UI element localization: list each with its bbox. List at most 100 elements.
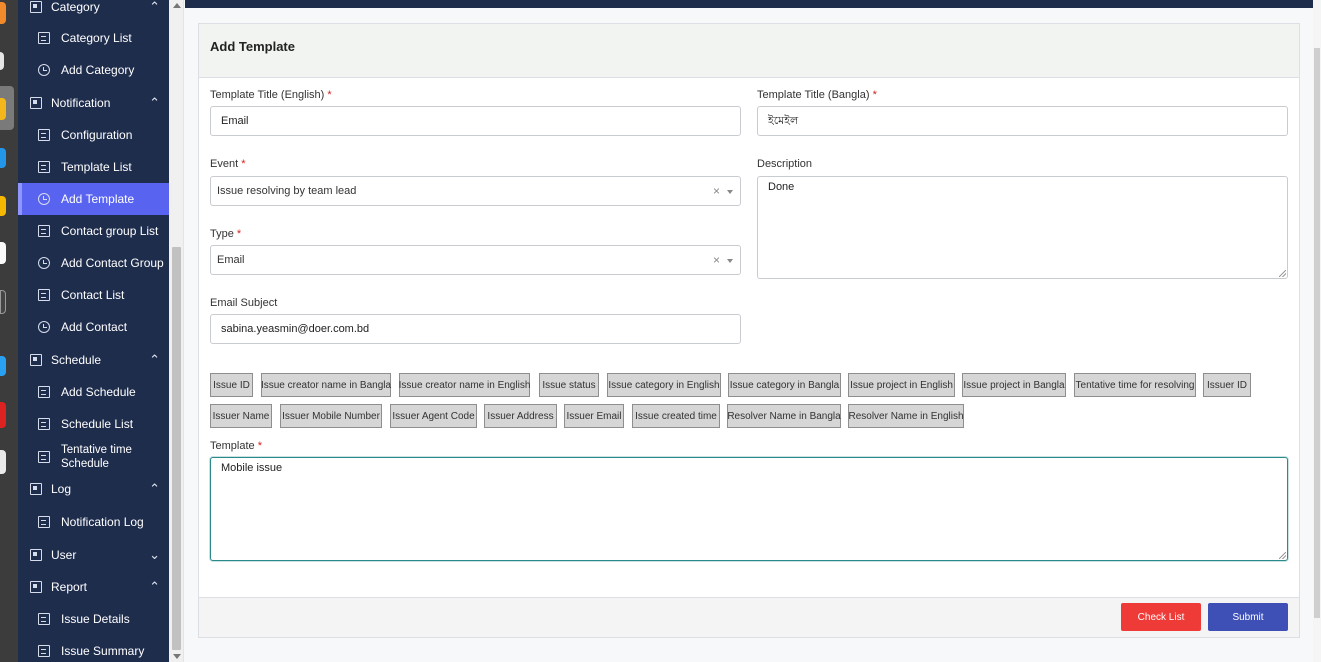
dock-app-icon[interactable] bbox=[0, 98, 6, 120]
sidebar-item-add-contact[interactable]: Add Contact bbox=[18, 311, 169, 343]
sidebar-item-label: Template List bbox=[61, 160, 132, 174]
email-subject-label: Email Subject bbox=[210, 297, 278, 309]
group-icon bbox=[30, 0, 42, 13]
sidebar-item-user[interactable]: User ⌄ bbox=[18, 538, 169, 571]
dock-app-icon[interactable] bbox=[0, 402, 6, 428]
sidebar-item-notification[interactable]: Notification ⌃ bbox=[18, 86, 169, 119]
description-textarea[interactable]: Done bbox=[757, 176, 1288, 279]
sidebar-item-notification-log[interactable]: Notification Log bbox=[18, 505, 169, 538]
chevron-up-icon[interactable]: ⌃ bbox=[149, 352, 160, 368]
sidebar-item-tentative-time-schedule[interactable]: Tentative time Schedule bbox=[18, 440, 169, 473]
sidebar-item-configuration[interactable]: Configuration bbox=[18, 119, 169, 151]
sidebar-item-label: Schedule List bbox=[61, 417, 134, 431]
sidebar-item-add-category[interactable]: Add Category bbox=[18, 54, 169, 86]
sidebar-item-issue-details[interactable]: Issue Details bbox=[18, 603, 169, 635]
sidebar-item-label: Add Contact bbox=[61, 320, 128, 334]
template-textarea[interactable]: Mobile issue bbox=[210, 457, 1288, 561]
placeholder-chip[interactable]: Issuer Name bbox=[210, 404, 272, 428]
placeholder-chip[interactable]: Issue category in English bbox=[607, 373, 721, 397]
sidebar-item-label: Tentative time Schedule bbox=[61, 443, 132, 470]
type-label: Type * bbox=[210, 228, 242, 240]
sidebar-item-add-schedule[interactable]: Add Schedule bbox=[18, 376, 169, 408]
placeholder-chip[interactable]: Issue ID bbox=[210, 373, 253, 397]
page-scrollbar-thumb[interactable] bbox=[1314, 48, 1320, 618]
type-select[interactable]: Email × bbox=[210, 245, 741, 275]
dock-app-icon[interactable] bbox=[0, 450, 6, 474]
sidebar-item-contact-group-list[interactable]: Contact group List bbox=[18, 215, 169, 247]
sidebar-item-label: Configuration bbox=[61, 128, 133, 142]
placeholder-chip[interactable]: Issue project in Bangla bbox=[962, 373, 1066, 397]
placeholder-chip[interactable]: Issue creator name in English bbox=[399, 373, 530, 397]
sidebar-item-report[interactable]: Report ⌃ bbox=[18, 571, 169, 603]
placeholder-chip[interactable]: Resolver Name in Bangla bbox=[727, 404, 841, 428]
template-title-bn-label: Template Title (Bangla) * bbox=[757, 89, 877, 101]
chevron-down-icon[interactable]: ⌄ bbox=[149, 547, 160, 563]
placeholder-chip[interactable]: Issuer Address bbox=[484, 404, 557, 428]
doc-icon bbox=[38, 418, 50, 430]
email-subject-input[interactable]: sabina.yeasmin@doer.com.bd bbox=[210, 314, 741, 344]
placeholder-chip[interactable]: Issuer Agent Code bbox=[390, 404, 477, 428]
sidebar-item-contact-list[interactable]: Contact List bbox=[18, 279, 169, 311]
resize-grip-icon[interactable] bbox=[1279, 270, 1286, 277]
dock-app-icon[interactable] bbox=[0, 196, 6, 216]
template-title-bn-input[interactable]: ইমেইল bbox=[757, 106, 1288, 136]
doc-icon bbox=[38, 289, 50, 301]
description-label: Description bbox=[757, 158, 813, 170]
sidebar: Category ⌃ Category List Add Category Notifi… bbox=[18, 0, 169, 662]
placeholder-chip[interactable]: Resolver Name in English bbox=[848, 404, 964, 428]
sidebar-item-label: Add Contact Group bbox=[61, 256, 164, 270]
group-icon bbox=[30, 483, 42, 495]
placeholder-chip[interactable]: Issuer ID bbox=[1203, 373, 1251, 397]
history-icon bbox=[38, 257, 50, 269]
placeholder-chip[interactable]: Issue created time bbox=[632, 404, 720, 428]
dock-app-icon[interactable] bbox=[0, 356, 6, 376]
template-title-en-input[interactable]: Email bbox=[210, 106, 741, 136]
dock-app-icon[interactable] bbox=[0, 242, 6, 264]
sidebar-item-schedule-list[interactable]: Schedule List bbox=[18, 408, 169, 440]
doc-icon bbox=[38, 645, 50, 657]
chevron-up-icon[interactable]: ⌃ bbox=[149, 481, 160, 497]
sidebar-item-label: Issue Summary bbox=[61, 644, 145, 658]
chevron-down-icon[interactable] bbox=[727, 190, 733, 194]
sidebar-item-add-template[interactable]: Add Template bbox=[18, 183, 169, 215]
placeholder-chip[interactable]: Issue category in Bangla bbox=[728, 373, 841, 397]
placeholder-chip[interactable]: Issue project in English bbox=[848, 373, 955, 397]
sidebar-item-log[interactable]: Log ⌃ bbox=[18, 473, 169, 505]
resize-grip-icon[interactable] bbox=[1279, 552, 1286, 559]
sidebar-item-issue-summary[interactable]: Issue Summary bbox=[18, 635, 169, 662]
scrollbar-thumb[interactable] bbox=[172, 247, 181, 650]
placeholder-chip[interactable]: Issue creator name in Bangla bbox=[261, 373, 391, 397]
chevron-up-icon[interactable]: ⌃ bbox=[149, 95, 160, 111]
submit-button[interactable]: Submit bbox=[1208, 603, 1288, 631]
sidebar-item-category-list[interactable]: Category List bbox=[18, 22, 169, 54]
chevron-up-icon[interactable]: ⌃ bbox=[149, 0, 160, 15]
clear-icon[interactable]: × bbox=[713, 184, 720, 198]
chevron-down-icon[interactable] bbox=[727, 259, 733, 263]
dock-app-icon[interactable] bbox=[0, 148, 6, 168]
scroll-up-arrow[interactable] bbox=[173, 3, 181, 8]
doc-icon bbox=[38, 515, 50, 528]
chevron-up-icon[interactable]: ⌃ bbox=[149, 579, 160, 595]
sidebar-item-label: Category bbox=[51, 0, 100, 14]
dock-app-icon[interactable] bbox=[0, 290, 6, 314]
placeholder-chip[interactable]: Tentative time for resolving bbox=[1074, 373, 1196, 397]
page-scrollbar[interactable] bbox=[1313, 0, 1321, 662]
placeholder-chip[interactable]: Issuer Mobile Number bbox=[280, 404, 382, 428]
sidebar-scrollbar[interactable] bbox=[169, 0, 184, 662]
placeholder-chip[interactable]: Issuer Email bbox=[564, 404, 624, 428]
placeholder-chip[interactable]: Issue status bbox=[539, 373, 599, 397]
event-select[interactable]: Issue resolving by team lead × bbox=[210, 176, 741, 206]
dock-app-icon[interactable] bbox=[0, 52, 4, 70]
clear-icon[interactable]: × bbox=[713, 253, 720, 267]
doc-icon bbox=[38, 225, 50, 237]
sidebar-item-add-contact-group[interactable]: Add Contact Group bbox=[18, 247, 169, 279]
scroll-down-arrow[interactable] bbox=[173, 654, 181, 659]
doc-icon bbox=[38, 161, 50, 173]
sidebar-item-category[interactable]: Category ⌃ bbox=[18, 0, 169, 20]
dock-app-icon[interactable] bbox=[0, 2, 6, 24]
check-list-button[interactable]: Check List bbox=[1121, 603, 1201, 631]
sidebar-item-schedule[interactable]: Schedule ⌃ bbox=[18, 343, 169, 376]
history-icon bbox=[38, 64, 50, 76]
template-label: Template * bbox=[210, 440, 262, 452]
sidebar-item-template-list[interactable]: Template List bbox=[18, 151, 169, 183]
